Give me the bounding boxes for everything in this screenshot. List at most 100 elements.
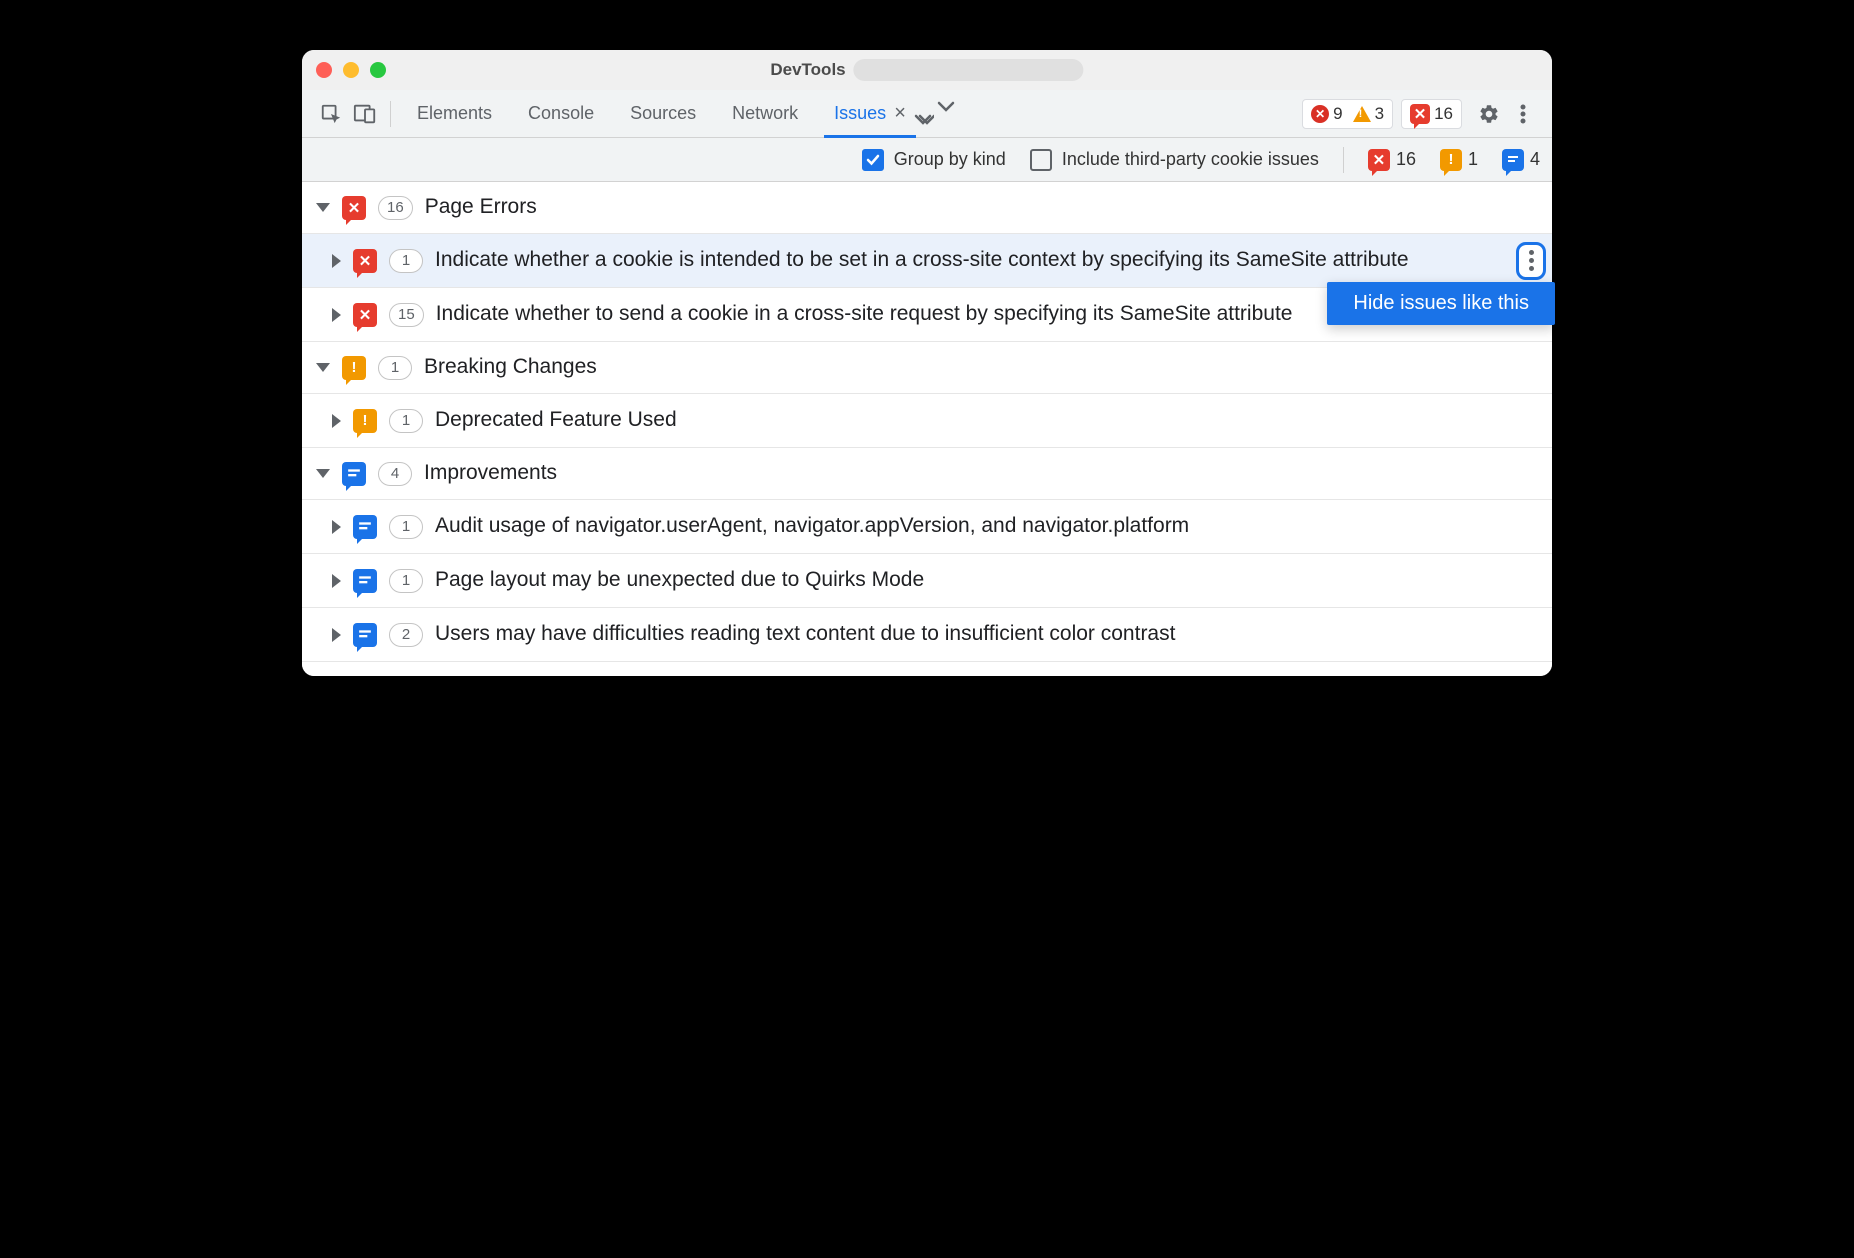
warning-counter: 3 [1353, 104, 1384, 124]
tab-label: Sources [630, 103, 696, 124]
item-count: 1 [389, 569, 423, 593]
devtools-window: DevTools Elements Console Sources Networ… [302, 50, 1552, 676]
chevron-right-icon [332, 520, 341, 534]
issue-error-icon: ✕ [1368, 149, 1390, 171]
item-text: Deprecated Feature Used [435, 406, 1538, 434]
item-count: 2 [389, 623, 423, 647]
item-text: Users may have difficulties reading text… [435, 620, 1538, 648]
window-footer [302, 662, 1552, 676]
chevron-down-icon [316, 203, 330, 212]
toggle-device-toolbar-button[interactable] [348, 97, 382, 131]
issues-list: ✕ 16 Page Errors ✕ 1 Indicate whether a cooki… [302, 182, 1552, 662]
more-menu-button[interactable] [1506, 97, 1540, 131]
issues-badge: ✕ 16 [1410, 104, 1453, 124]
issue-item[interactable]: 2 Users may have difficulties reading tex… [302, 608, 1552, 662]
issue-improvement-icon [1502, 149, 1524, 171]
titlebar: DevTools [302, 50, 1552, 90]
chevron-right-icon [332, 254, 341, 268]
close-icon[interactable]: × [894, 102, 906, 125]
item-text: Indicate whether a cookie is intended to… [435, 246, 1538, 274]
counter-value: 4 [1530, 149, 1540, 170]
issue-improvement-icon [353, 569, 377, 593]
tab-label: Console [528, 103, 594, 124]
warning-icon [1353, 106, 1371, 122]
chevron-right-icon [332, 628, 341, 642]
close-window-button[interactable] [316, 62, 332, 78]
group-label: Improvements [424, 459, 1538, 487]
issue-error-icon: ✕ [353, 303, 377, 327]
issue-improvement-icon [342, 462, 366, 486]
window-title: DevTools [770, 59, 1083, 81]
counter-value: 16 [1434, 104, 1453, 124]
issue-improvement-icon [353, 623, 377, 647]
issue-warning-icon: ! [353, 409, 377, 433]
tab-network[interactable]: Network [714, 90, 816, 138]
tab-sources[interactable]: Sources [612, 90, 714, 138]
tab-label: Network [732, 103, 798, 124]
item-count: 1 [389, 515, 423, 539]
counter-value: 16 [1396, 149, 1416, 170]
issue-error-icon: ✕ [342, 196, 366, 220]
tabbar-separator [390, 101, 391, 127]
issues-counter[interactable]: ✕ 16 [1401, 99, 1462, 129]
issue-warning-icon: ! [1440, 149, 1462, 171]
issue-item[interactable]: 1 Audit usage of navigator.userAgent, nav… [302, 500, 1552, 554]
issues-filterbar: Group by kind Include third-party cookie… [302, 138, 1552, 182]
chevron-right-icon [332, 574, 341, 588]
counter-value: 1 [1468, 149, 1478, 170]
group-count: 1 [378, 356, 412, 380]
counter-value: 3 [1375, 104, 1384, 124]
chevron-right-icon [332, 414, 341, 428]
tab-label: Elements [417, 103, 492, 124]
issue-error-icon: ✕ [353, 249, 377, 273]
group-by-kind-checkbox[interactable]: Group by kind [862, 149, 1006, 171]
window-title-pill [854, 59, 1084, 81]
counter-value: 9 [1333, 104, 1342, 124]
group-count: 4 [378, 462, 412, 486]
issue-error-icon: ✕ [1410, 104, 1430, 124]
checkbox-icon [1030, 149, 1052, 171]
inspect-element-button[interactable] [314, 97, 348, 131]
window-title-text: DevTools [770, 60, 845, 80]
error-icon: ✕ [1311, 105, 1329, 123]
minimize-window-button[interactable] [343, 62, 359, 78]
more-tabs-button[interactable] [924, 100, 968, 128]
filter-improvements-counter[interactable]: 4 [1502, 149, 1540, 171]
issue-item[interactable]: ! 1 Deprecated Feature Used [302, 394, 1552, 448]
group-improvements[interactable]: 4 Improvements [302, 448, 1552, 500]
issue-item[interactable]: ✕ 1 Indicate whether a cookie is intended … [302, 234, 1552, 288]
tabbar: Elements Console Sources Network Issues … [302, 90, 1552, 138]
issue-item[interactable]: 1 Page layout may be unexpected due to Qu… [302, 554, 1552, 608]
console-counter[interactable]: ✕ 9 3 [1302, 99, 1393, 129]
filter-errors-counter[interactable]: ✕ 16 [1368, 149, 1416, 171]
chevron-down-icon [316, 469, 330, 478]
group-label: Page Errors [425, 193, 1538, 221]
group-count: 16 [378, 196, 413, 220]
item-count: 15 [389, 303, 424, 327]
maximize-window-button[interactable] [370, 62, 386, 78]
chevron-down-icon [316, 363, 330, 372]
filterbar-separator [1343, 147, 1344, 173]
traffic-lights [316, 62, 386, 78]
filter-warnings-counter[interactable]: ! 1 [1440, 149, 1478, 171]
issue-improvement-icon [353, 515, 377, 539]
item-count: 1 [389, 409, 423, 433]
item-count: 1 [389, 249, 423, 273]
hide-issues-menuitem[interactable]: Hide issues like this [1327, 282, 1555, 325]
include-third-party-checkbox[interactable]: Include third-party cookie issues [1030, 149, 1319, 171]
group-breaking-changes[interactable]: ! 1 Breaking Changes [302, 342, 1552, 394]
item-text: Audit usage of navigator.userAgent, navi… [435, 512, 1538, 540]
issue-warning-icon: ! [342, 356, 366, 380]
tab-issues[interactable]: Issues × [816, 90, 924, 138]
group-label: Breaking Changes [424, 353, 1538, 381]
group-page-errors[interactable]: ✕ 16 Page Errors [302, 182, 1552, 234]
tab-elements[interactable]: Elements [399, 90, 510, 138]
settings-button[interactable] [1472, 97, 1506, 131]
checkbox-icon [862, 149, 884, 171]
error-counter: ✕ 9 [1311, 104, 1342, 124]
tab-label: Issues [834, 103, 886, 124]
item-text: Page layout may be unexpected due to Qui… [435, 566, 1538, 594]
tab-console[interactable]: Console [510, 90, 612, 138]
checkbox-label: Include third-party cookie issues [1062, 149, 1319, 170]
item-more-button[interactable] [1516, 242, 1546, 280]
